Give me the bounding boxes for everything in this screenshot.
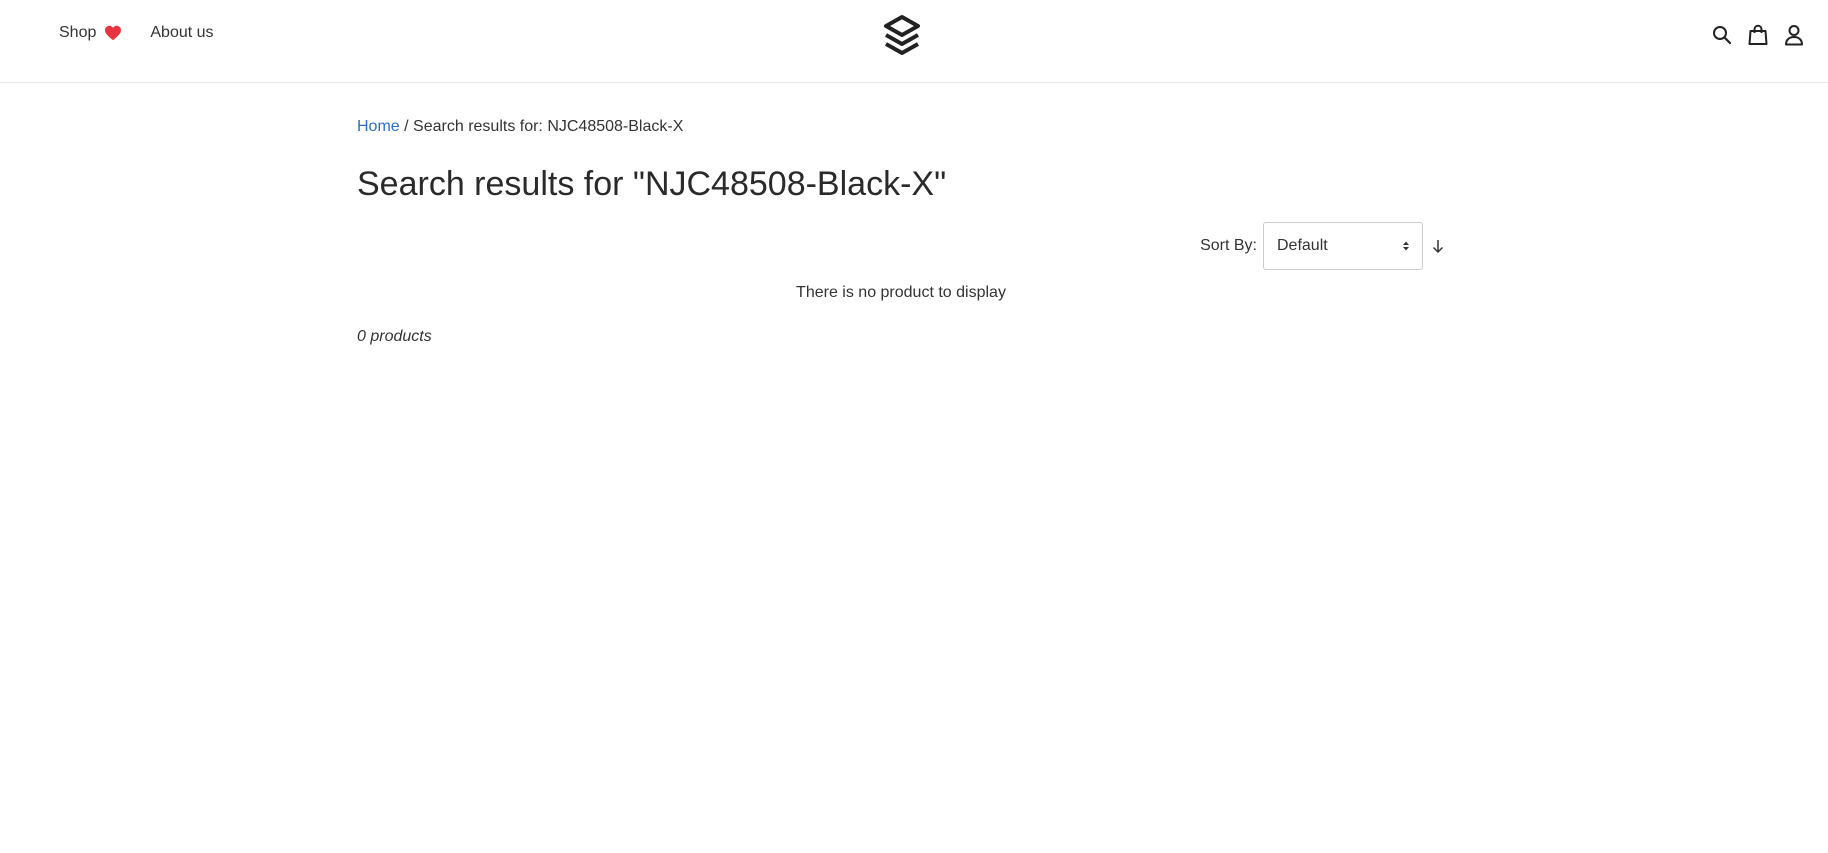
sort-select[interactable]: Default: [1263, 222, 1423, 270]
layers-logo[interactable]: [882, 14, 922, 58]
header-actions: [1711, 24, 1805, 46]
empty-results-message: There is no product to display: [796, 284, 1006, 301]
main-content: Home / Search results for: NJC48508-Blac…: [357, 83, 1445, 347]
nav-shop-label: Shop: [59, 24, 97, 41]
breadcrumb-home-link[interactable]: Home: [357, 118, 400, 135]
nav-about-label: About us: [150, 24, 214, 41]
search-icon[interactable]: [1711, 24, 1733, 46]
shopping-bag-icon[interactable]: [1747, 24, 1769, 46]
nav-about-link[interactable]: About us: [150, 24, 213, 42]
arrow-down-icon[interactable]: [1431, 238, 1445, 254]
main-nav: Shop About us: [59, 24, 214, 42]
sort-selected-value: Default: [1277, 237, 1328, 254]
breadcrumb-separator: /: [404, 118, 409, 135]
site-header: Shop About us: [0, 0, 1828, 83]
sort-label: Sort By:: [1200, 237, 1257, 254]
breadcrumb-current: Search results for: NJC48508-Black-X: [413, 118, 684, 135]
product-count: 0 products: [357, 328, 432, 345]
sort-controls: Sort By: Default: [357, 222, 1445, 270]
breadcrumb: Home / Search results for: NJC48508-Blac…: [357, 117, 1445, 137]
nav-shop-link[interactable]: Shop: [59, 24, 122, 42]
select-arrows-icon: [1403, 241, 1409, 251]
page-title: Search results for "NJC48508-Black-X": [357, 165, 947, 203]
user-icon[interactable]: [1783, 24, 1805, 46]
heart-icon: [105, 25, 122, 41]
